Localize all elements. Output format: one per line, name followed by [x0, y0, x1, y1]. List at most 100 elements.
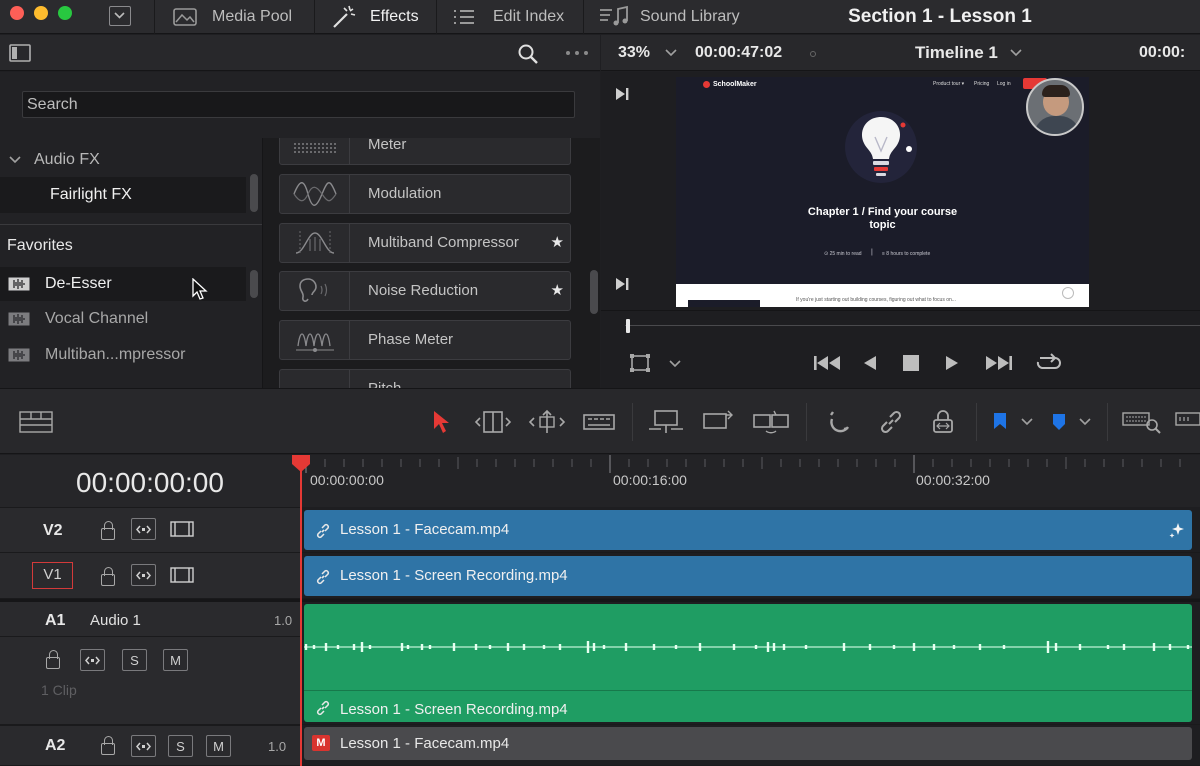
zoom-timeline-icon[interactable] — [1122, 409, 1162, 435]
maximize-window-button[interactable] — [58, 6, 72, 20]
skip-forward-icon[interactable] — [983, 354, 1013, 372]
overwrite-clip-icon[interactable] — [702, 409, 736, 435]
effect-item-noise-reduction[interactable]: Noise Reduction ★ — [279, 271, 571, 311]
chevron-down-icon — [114, 12, 125, 19]
favorite-star-icon[interactable]: ★ — [551, 272, 564, 310]
tab-media-pool[interactable]: Media Pool — [172, 0, 292, 34]
brand-logo-icon — [703, 81, 710, 88]
clip-label: Lesson 1 - Facecam.mp4 — [340, 521, 510, 538]
effect-item-label: Phase Meter — [368, 331, 454, 348]
marker-icon[interactable] — [1050, 409, 1068, 435]
zoom-level[interactable]: 33% — [618, 35, 650, 71]
track-name[interactable]: Audio 1 — [90, 602, 141, 640]
lock-icon[interactable] — [46, 650, 60, 669]
tree-scrollbar[interactable] — [250, 174, 258, 212]
replace-clip-icon[interactable] — [752, 409, 790, 435]
chevron-down-icon[interactable] — [668, 359, 682, 369]
favorites-scrollbar[interactable] — [250, 270, 258, 298]
effects-list-scrollbar[interactable] — [590, 270, 598, 314]
link-icon[interactable] — [878, 409, 904, 435]
favorite-item-label: Multiban...mpressor — [45, 346, 186, 363]
dynamic-trim-icon[interactable] — [528, 409, 566, 435]
effect-item-pitch[interactable]: Pitch — [279, 369, 571, 388]
audio-fx-icon — [8, 277, 30, 291]
close-window-button[interactable] — [10, 6, 24, 20]
skip-to-end-icon[interactable] — [613, 275, 631, 293]
position-lock-icon[interactable] — [930, 409, 956, 435]
effect-item-meter[interactable]: Meter — [279, 138, 571, 165]
top-bar: Media Pool Effects Edit Index Sound Libr… — [0, 0, 1200, 34]
chevron-down-icon[interactable] — [1009, 48, 1023, 58]
chevron-down-icon[interactable] — [1078, 409, 1092, 435]
audio-clip[interactable]: M Lesson 1 - Facecam.mp4 — [304, 727, 1192, 760]
tab-edit-index[interactable]: Edit Index — [452, 0, 564, 34]
blade-icon[interactable] — [583, 409, 615, 435]
effect-item-modulation[interactable]: Modulation — [279, 174, 571, 214]
mute-button[interactable]: M — [206, 735, 231, 757]
flag-icon[interactable] — [991, 409, 1009, 435]
auto-select-button[interactable] — [131, 518, 156, 540]
playhead[interactable] — [300, 455, 302, 766]
play-icon[interactable] — [944, 354, 960, 372]
scrubber-handle[interactable] — [626, 319, 630, 333]
video-enable-button[interactable] — [169, 564, 194, 586]
timeline-ruler[interactable]: 00:00:00:00 00:00:16:00 00:00:32:00 — [302, 455, 1200, 507]
clip-label: Lesson 1 - Screen Recording.mp4 — [340, 567, 568, 584]
insert-clip-icon[interactable] — [647, 409, 685, 435]
effect-item-label: Noise Reduction — [368, 282, 479, 299]
solo-button[interactable]: S — [168, 735, 193, 757]
effect-item-phase-meter[interactable]: Phase Meter — [279, 320, 571, 360]
favorite-star-icon[interactable]: ★ — [551, 224, 564, 262]
favorite-item[interactable]: Multiban...mpressor — [0, 338, 246, 372]
lock-icon[interactable] — [101, 521, 115, 540]
track-label-v1[interactable]: V1 — [32, 562, 73, 589]
tree-item-fairlight-fx[interactable]: Fairlight FX — [0, 177, 246, 213]
play-reverse-icon[interactable] — [862, 354, 878, 372]
favorite-item[interactable]: Vocal Channel — [0, 302, 246, 336]
auto-select-button[interactable] — [131, 564, 156, 586]
auto-select-button[interactable] — [131, 735, 156, 757]
tab-sound-library[interactable]: Sound Library — [598, 0, 740, 34]
scrubber-track[interactable] — [625, 325, 1200, 326]
trim-icon[interactable] — [474, 409, 512, 435]
favorite-item-label: De-Esser — [45, 275, 112, 292]
minimize-window-button[interactable] — [34, 6, 48, 20]
ruler-ticks — [305, 455, 1181, 473]
favorite-item[interactable]: De-Esser — [0, 267, 246, 301]
solo-button[interactable]: S — [122, 649, 147, 671]
lock-icon[interactable] — [101, 736, 115, 755]
search-icon[interactable] — [517, 43, 539, 65]
video-clip[interactable]: Lesson 1 - Screen Recording.mp4 — [304, 556, 1192, 596]
skip-to-end-icon[interactable] — [613, 85, 631, 103]
audio-clip[interactable]: Lesson 1 - Screen Recording.mp4 — [304, 604, 1192, 722]
skip-back-icon[interactable] — [813, 354, 843, 372]
tree-item-audio-fx[interactable]: Audio FX — [0, 142, 246, 178]
loop-icon[interactable] — [1033, 352, 1063, 374]
panel-toggle-button[interactable] — [109, 6, 131, 26]
stop-icon[interactable] — [903, 355, 919, 371]
effect-item-multiband-compressor[interactable]: Multiband Compressor ★ — [279, 223, 571, 263]
lock-icon[interactable] — [101, 567, 115, 586]
selection-arrow-icon[interactable] — [431, 409, 451, 435]
more-options-icon[interactable] — [564, 49, 590, 57]
zoom-detail-icon[interactable] — [1172, 409, 1200, 435]
effects-search-input[interactable]: Search — [22, 91, 575, 118]
auto-select-icon — [85, 656, 100, 664]
chevron-down-icon[interactable] — [1020, 409, 1034, 435]
viewer-header: 33% 00:00:47:02 Timeline 1 00:00: — [601, 35, 1200, 71]
video-clip[interactable]: Lesson 1 - Facecam.mp4 — [304, 510, 1192, 550]
video-enable-button[interactable] — [169, 518, 194, 540]
auto-select-button[interactable] — [80, 649, 105, 671]
sidebar-toggle-icon[interactable] — [9, 44, 31, 62]
transform-icon[interactable] — [629, 353, 653, 373]
snapping-magnet-icon[interactable] — [827, 409, 853, 435]
video-preview[interactable]: SchoolMaker Product tour ▾ Pricing Log i… — [676, 77, 1089, 307]
tab-media-pool-label: Media Pool — [212, 8, 293, 25]
mute-button[interactable]: M — [163, 649, 188, 671]
chevron-down-icon[interactable] — [664, 48, 678, 58]
playhead-handle-icon[interactable] — [291, 455, 311, 473]
tab-effects[interactable]: Effects — [330, 0, 419, 34]
layout-icon[interactable] — [19, 409, 53, 435]
timeline-name[interactable]: Timeline 1 — [915, 35, 998, 71]
link-icon — [316, 569, 330, 585]
